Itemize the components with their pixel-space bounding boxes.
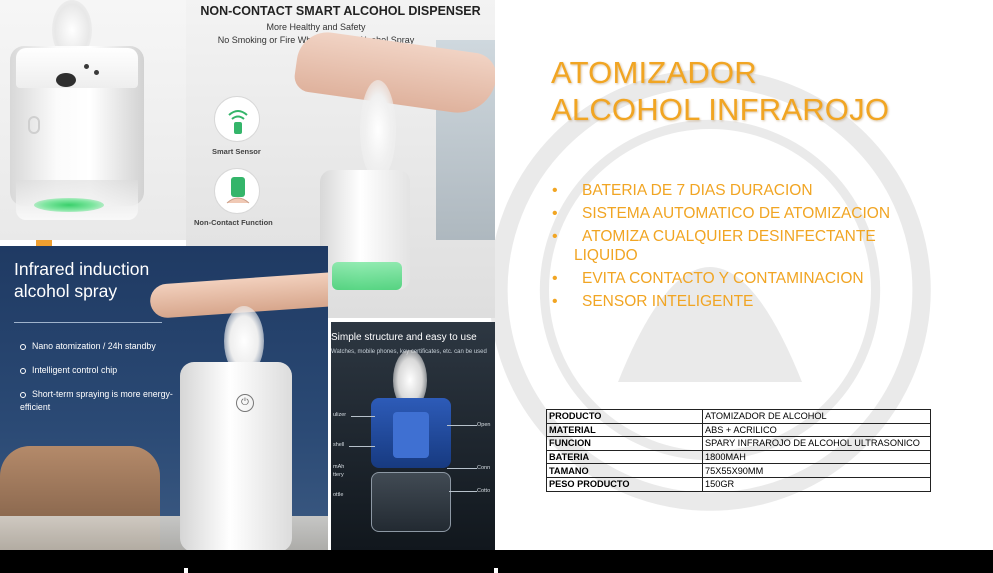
table-row: MATERIAL ABS + ACRILICO [546, 422, 931, 438]
spec-value: 75X55X90MM [702, 463, 931, 478]
infrared-bullet: Nano atomization / 24h standby [20, 340, 180, 353]
divider [14, 322, 162, 323]
feature-item: SISTEMA AUTOMATICO DE ATOMIZACION [552, 204, 952, 223]
feature-item: EVITA CONTACTO Y CONTAMINACION [552, 269, 952, 288]
pointer-line [351, 416, 375, 417]
part-label: ulizer [333, 412, 347, 418]
spec-key: TAMANO [546, 463, 703, 478]
infrared-headline-line: alcohol spray [14, 281, 118, 301]
infrared-headline-line: Infrared induction [14, 259, 150, 279]
non-contact-label: Non-Contact Function [194, 218, 273, 227]
spec-value: 150GR [702, 476, 931, 492]
infrared-headline: Infrared induction alcohol spray [14, 258, 149, 302]
infrared-photo: Infrared induction alcohol spray Nano at… [0, 246, 328, 550]
part-label: shell [333, 442, 345, 448]
bullet-text: Nano atomization / 24h standby [32, 341, 156, 351]
bullet-ring-icon [20, 391, 26, 398]
bullet-text: Short-term spraying is more energy-effic… [20, 389, 173, 412]
product-photo [0, 0, 186, 240]
pointer-line [349, 446, 375, 447]
title-line: ALCOHOL INFRAROJO [551, 92, 890, 127]
part-label: Cotto [477, 488, 491, 494]
green-glow [34, 198, 104, 212]
spec-value: ATOMIZADOR DE ALCOHOL [702, 409, 931, 424]
table-row: FUNCION SPARY INFRAROJO DE ALCOHOL ULTRAS… [546, 436, 931, 451]
part-label: ottle [333, 492, 344, 498]
smart-sensor-icon [214, 96, 260, 142]
dispenser-device [180, 362, 292, 550]
feature-item: SENSOR INTELIGENTE [552, 292, 952, 311]
structure-photo: Simple structure and easy to use Watches… [331, 322, 495, 550]
bullet-text: Intelligent control chip [32, 365, 118, 375]
indicator-dot [84, 64, 89, 69]
dispenser-top [16, 48, 138, 88]
part-label: Conn [477, 465, 491, 471]
bullet-ring-icon [20, 367, 26, 374]
pointer-line [447, 425, 477, 426]
structure-title: Simple structure and easy to use [331, 332, 477, 343]
feature-item: ATOMIZA CUALQUIER DESINFECTANTE LIQUIDO [552, 227, 952, 265]
green-glow [332, 262, 402, 290]
transparent-base [371, 472, 451, 532]
page-title: ATOMIZADOR ALCOHOL INFRAROJO [551, 54, 889, 128]
spec-key: PESO PRODUCTO [546, 476, 703, 492]
spray-nozzle [56, 73, 76, 87]
feature-text: ATOMIZA CUALQUIER DESINFECTANTE [582, 228, 876, 245]
bullet-ring-icon [20, 343, 26, 350]
spec-key: FUNCION [546, 436, 703, 451]
bar-tick [184, 568, 188, 573]
spec-value: 1800MAH [702, 449, 931, 465]
atomizer-core [393, 412, 429, 458]
table-row: PESO PRODUCTO 150GR [546, 476, 931, 492]
table-row: PRODUCTO ATOMIZADOR DE ALCOHOL [546, 409, 931, 424]
feature-text: EVITA CONTACTO Y CONTAMINACION [582, 270, 864, 287]
feature-item: BATERIA DE 7 DIAS DURACION [552, 181, 952, 200]
infrared-bullet: Short-term spraying is more energy-effic… [20, 388, 180, 414]
feature-list: BATERIA DE 7 DIAS DURACION SISTEMA AUTOM… [552, 181, 952, 315]
table-row: TAMANO 75X55X90MM [546, 463, 931, 478]
pointer-line [447, 468, 477, 469]
dispenser-title: NON-CONTACT SMART ALCOHOL DISPENSER [200, 4, 481, 18]
side-button [28, 116, 40, 134]
part-label: Open [477, 422, 491, 428]
table-row: BATERIA 1800MAH [546, 449, 931, 465]
spec-table: PRODUCTO ATOMIZADOR DE ALCOHOL MATERIAL AB… [546, 409, 931, 492]
feature-text: SENSOR INTELIGENTE [582, 293, 754, 310]
bottom-bar [0, 550, 993, 573]
smart-sensor-label: Smart Sensor [212, 147, 261, 156]
bar-tick [494, 568, 498, 573]
spray-mist [360, 80, 396, 180]
feature-text: BATERIA DE 7 DIAS DURACION [582, 182, 813, 199]
indicator-dot [94, 70, 99, 75]
spec-value: ABS + ACRILICO [702, 422, 931, 438]
spec-value: SPARY INFRAROJO DE ALCOHOL ULTRASONICO [702, 436, 931, 451]
spec-key: BATERIA [546, 449, 703, 465]
dispenser-subtitle: More Healthy and Safety [266, 22, 366, 32]
spec-key: MATERIAL [546, 422, 703, 438]
part-label: ttery [333, 472, 344, 478]
feature-text: SISTEMA AUTOMATICO DE ATOMIZACION [582, 205, 891, 222]
spec-key: PRODUCTO [546, 409, 703, 424]
power-icon: ⏻ [236, 394, 254, 412]
infrared-bullet: Intelligent control chip [20, 364, 180, 377]
part-label: mAh [333, 464, 345, 470]
title-line: ATOMIZADOR [551, 55, 757, 90]
non-contact-icon [214, 168, 260, 214]
feature-text-continued: LIQUIDO [574, 247, 638, 264]
pointer-line [449, 491, 477, 492]
